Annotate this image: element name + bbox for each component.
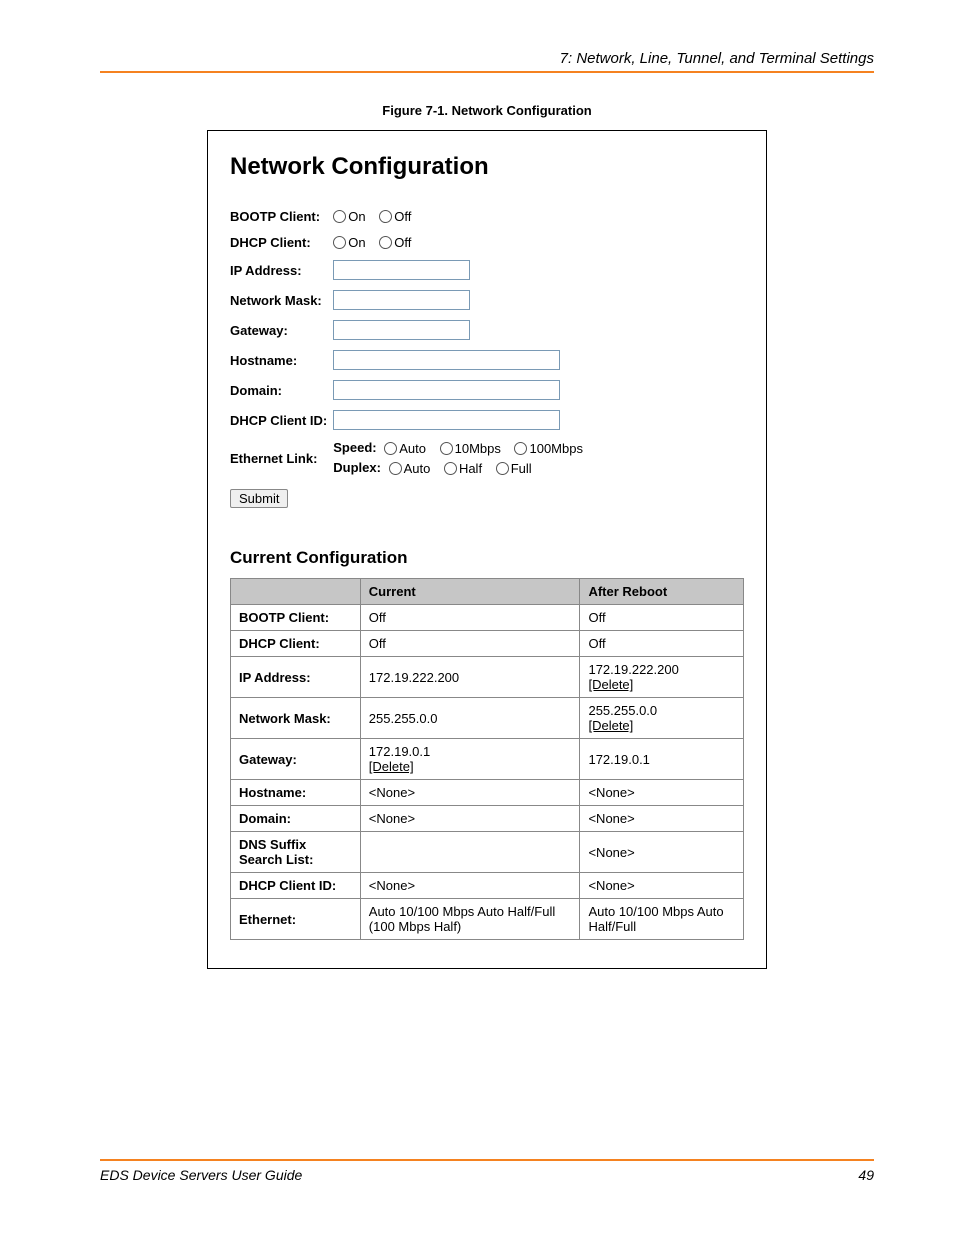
ip-address-input[interactable] [333, 260, 470, 280]
table-row: Gateway: 172.19.0.1 [Delete] 172.19.0.1 [231, 739, 744, 780]
row-label: Hostname: [231, 780, 361, 806]
ethernet-link-label: Ethernet Link: [230, 435, 333, 481]
off-label: Off [394, 209, 411, 224]
speed-label: Speed: [333, 440, 376, 455]
footer-guide: EDS Device Servers User Guide [100, 1167, 302, 1183]
speed-100-label: 100Mbps [529, 441, 582, 456]
bootp-off-radio[interactable] [379, 210, 392, 223]
on-label: On [348, 235, 365, 250]
duplex-full-label: Full [511, 461, 532, 476]
row-after: 172.19.222.200 [Delete] [580, 657, 744, 698]
delete-link[interactable]: [Delete] [588, 718, 633, 733]
row-after: <None> [580, 873, 744, 899]
row-current: <None> [360, 873, 580, 899]
row-after: <None> [580, 780, 744, 806]
current-config-table: Current After Reboot BOOTP Client: Off O… [230, 578, 744, 940]
duplex-label: Duplex: [333, 460, 381, 475]
row-current: 255.255.0.0 [360, 698, 580, 739]
network-mask-input[interactable] [333, 290, 470, 310]
bootp-client-label: BOOTP Client: [230, 203, 333, 229]
row-label: Domain: [231, 806, 361, 832]
dhcp-on-radio[interactable] [333, 236, 346, 249]
duplex-auto-label: Auto [404, 461, 431, 476]
hostname-label: Hostname: [230, 345, 333, 375]
figure-caption: Figure 7-1. Network Configuration [100, 103, 874, 118]
duplex-half-label: Half [459, 461, 482, 476]
row-after: <None> [580, 806, 744, 832]
row-current: Off [360, 605, 580, 631]
bootp-on-radio[interactable] [333, 210, 346, 223]
duplex-auto-radio[interactable] [389, 462, 402, 475]
network-mask-label: Network Mask: [230, 285, 333, 315]
row-label: Gateway: [231, 739, 361, 780]
hostname-input[interactable] [333, 350, 560, 370]
row-after: Auto 10/100 Mbps Auto Half/Full [580, 899, 744, 940]
off-label: Off [394, 235, 411, 250]
speed-auto-radio[interactable] [384, 442, 397, 455]
table-row: Hostname: <None> <None> [231, 780, 744, 806]
duplex-half-radio[interactable] [444, 462, 457, 475]
network-config-form: BOOTP Client: On Off DHCP Client: On Off… [230, 203, 599, 481]
speed-10-label: 10Mbps [455, 441, 501, 456]
dhcp-client-id-input[interactable] [333, 410, 560, 430]
row-after: Off [580, 605, 744, 631]
delete-link[interactable]: [Delete] [369, 759, 414, 774]
row-label: IP Address: [231, 657, 361, 698]
domain-input[interactable] [333, 380, 560, 400]
duplex-full-radio[interactable] [496, 462, 509, 475]
row-label: DHCP Client: [231, 631, 361, 657]
figure-box: Network Configuration BOOTP Client: On O… [207, 130, 767, 969]
dhcp-client-label: DHCP Client: [230, 229, 333, 255]
row-after: 172.19.0.1 [580, 739, 744, 780]
row-label: BOOTP Client: [231, 605, 361, 631]
row-current [360, 832, 580, 873]
current-config-title: Current Configuration [230, 548, 744, 568]
row-label: Ethernet: [231, 899, 361, 940]
dhcp-off-radio[interactable] [379, 236, 392, 249]
delete-link[interactable]: [Delete] [588, 677, 633, 692]
row-label: DNS Suffix Search List: [231, 832, 361, 873]
figure-title: Network Configuration [230, 153, 744, 181]
page-footer: EDS Device Servers User Guide 49 [100, 1159, 874, 1183]
page-number: 49 [858, 1167, 874, 1183]
dhcp-client-id-label: DHCP Client ID: [230, 405, 333, 435]
row-label: Network Mask: [231, 698, 361, 739]
table-row: DNS Suffix Search List: <None> [231, 832, 744, 873]
table-row: Network Mask: 255.255.0.0 255.255.0.0 [D… [231, 698, 744, 739]
col-after: After Reboot [580, 579, 744, 605]
row-label: DHCP Client ID: [231, 873, 361, 899]
row-current: <None> [360, 806, 580, 832]
gateway-input[interactable] [333, 320, 470, 340]
col-current: Current [360, 579, 580, 605]
gateway-label: Gateway: [230, 315, 333, 345]
table-row: Domain: <None> <None> [231, 806, 744, 832]
speed-auto-label: Auto [399, 441, 426, 456]
chapter-header: 7: Network, Line, Tunnel, and Terminal S… [100, 50, 874, 73]
domain-label: Domain: [230, 375, 333, 405]
table-row: BOOTP Client: Off Off [231, 605, 744, 631]
row-after: 255.255.0.0 [Delete] [580, 698, 744, 739]
row-current: 172.19.0.1 [Delete] [360, 739, 580, 780]
row-current: Off [360, 631, 580, 657]
table-row: Ethernet: Auto 10/100 Mbps Auto Half/Ful… [231, 899, 744, 940]
submit-button[interactable]: Submit [230, 489, 288, 508]
ip-address-label: IP Address: [230, 255, 333, 285]
table-row: DHCP Client: Off Off [231, 631, 744, 657]
speed-100-radio[interactable] [514, 442, 527, 455]
speed-10-radio[interactable] [440, 442, 453, 455]
row-current: Auto 10/100 Mbps Auto Half/Full (100 Mbp… [360, 899, 580, 940]
row-current: 172.19.222.200 [360, 657, 580, 698]
table-row: IP Address: 172.19.222.200 172.19.222.20… [231, 657, 744, 698]
row-after: <None> [580, 832, 744, 873]
row-current: <None> [360, 780, 580, 806]
table-row: DHCP Client ID: <None> <None> [231, 873, 744, 899]
on-label: On [348, 209, 365, 224]
row-after: Off [580, 631, 744, 657]
col-blank [231, 579, 361, 605]
